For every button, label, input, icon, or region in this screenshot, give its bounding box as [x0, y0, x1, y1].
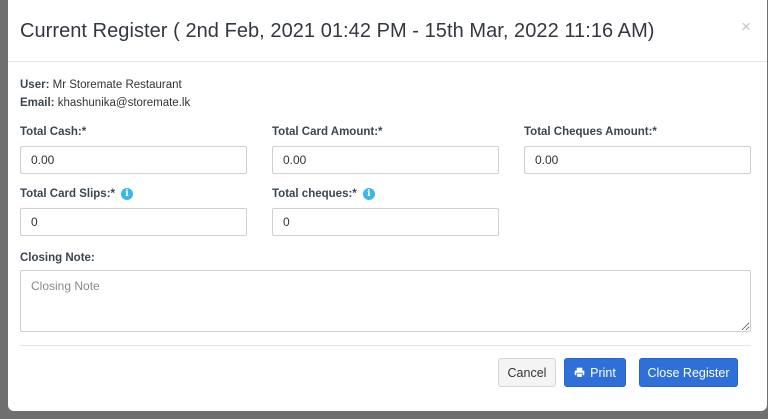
closing-note-textarea[interactable] [20, 270, 751, 332]
total-card-slips-label-row: Total Card Slips:* i [20, 188, 133, 200]
print-button[interactable]: Print [564, 358, 626, 387]
total-card-slips-input[interactable] [20, 208, 247, 236]
closing-note-label: Closing Note: [20, 252, 95, 264]
print-button-label: Print [590, 365, 616, 380]
close-register-button-label: Close Register [647, 365, 730, 380]
total-card-amount-label: Total Card Amount:* [272, 126, 383, 138]
info-icon[interactable]: i [362, 188, 375, 200]
register-modal: Current Register ( 2nd Feb, 2021 01:42 P… [8, 0, 767, 411]
print-icon [574, 367, 585, 378]
modal-header: Current Register ( 2nd Feb, 2021 01:42 P… [8, 0, 767, 62]
cancel-button-label: Cancel [507, 365, 547, 380]
total-cash-label: Total Cash:* [20, 126, 87, 138]
total-card-amount-input[interactable] [272, 146, 499, 174]
total-cheques-input[interactable] [272, 208, 499, 236]
total-cash-input[interactable] [20, 146, 247, 174]
user-info: User: Mr Storemate Restaurant Email: kha… [20, 76, 190, 112]
email-value: khashunika@storemate.lk [57, 97, 191, 109]
total-cheques-label: Total cheques:* [272, 188, 357, 200]
email-row: Email: khashunika@storemate.lk [20, 94, 190, 112]
user-label: User: [20, 79, 50, 91]
user-row: User: Mr Storemate Restaurant [20, 76, 190, 94]
close-register-button[interactable]: Close Register [639, 358, 738, 387]
user-value: Mr Storemate Restaurant [52, 79, 182, 91]
total-card-slips-label: Total Card Slips:* [20, 188, 115, 200]
total-cheques-amount-input[interactable] [524, 146, 751, 174]
close-icon[interactable]: × [741, 18, 751, 35]
footer-divider [20, 345, 751, 346]
total-cheques-amount-label: Total Cheques Amount:* [524, 126, 657, 138]
email-label: Email: [20, 97, 55, 109]
total-cheques-label-row: Total cheques:* i [272, 188, 375, 200]
info-icon[interactable]: i [121, 188, 133, 200]
cancel-button[interactable]: Cancel [498, 358, 556, 387]
modal-title: Current Register ( 2nd Feb, 2021 01:42 P… [20, 20, 655, 42]
